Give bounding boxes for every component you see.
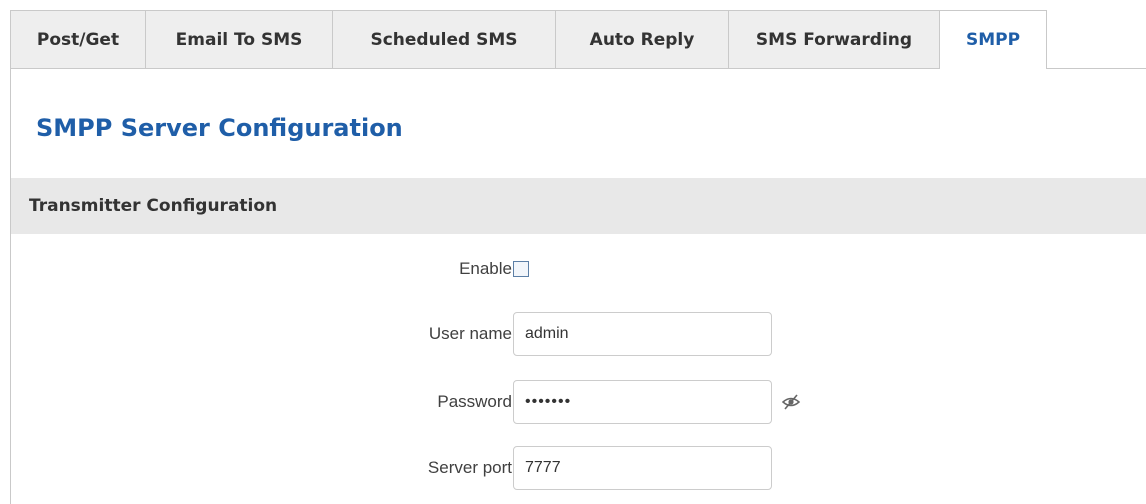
tab-bar: Post/Get Email To SMS Scheduled SMS Auto… [10,10,1146,69]
enable-checkbox[interactable] [513,261,529,277]
tab-scheduled-sms[interactable]: Scheduled SMS [333,10,556,68]
enable-row: Enable [11,247,1146,291]
username-row: User name [11,312,1146,356]
tab-post-get[interactable]: Post/Get [10,10,146,68]
page-title: SMPP Server Configuration [36,114,403,142]
tab-sms-forwarding[interactable]: SMS Forwarding [729,10,940,68]
server-port-label: Server port [427,458,512,477]
tab-smpp[interactable]: SMPP [940,10,1047,69]
username-label: User name [428,324,512,343]
password-label: Password [437,392,512,411]
server-port-input[interactable] [513,446,772,490]
section-header: Transmitter Configuration [11,178,1146,234]
eye-slash-icon[interactable] [781,392,801,412]
server-port-row: Server port [11,446,1146,490]
section-title: Transmitter Configuration [29,196,278,216]
tab-email-to-sms[interactable]: Email To SMS [146,10,333,68]
password-row: Password [11,380,1146,424]
tab-auto-reply[interactable]: Auto Reply [556,10,729,68]
enable-label: Enable [459,259,512,278]
password-input[interactable] [513,380,772,424]
username-input[interactable] [513,312,772,356]
